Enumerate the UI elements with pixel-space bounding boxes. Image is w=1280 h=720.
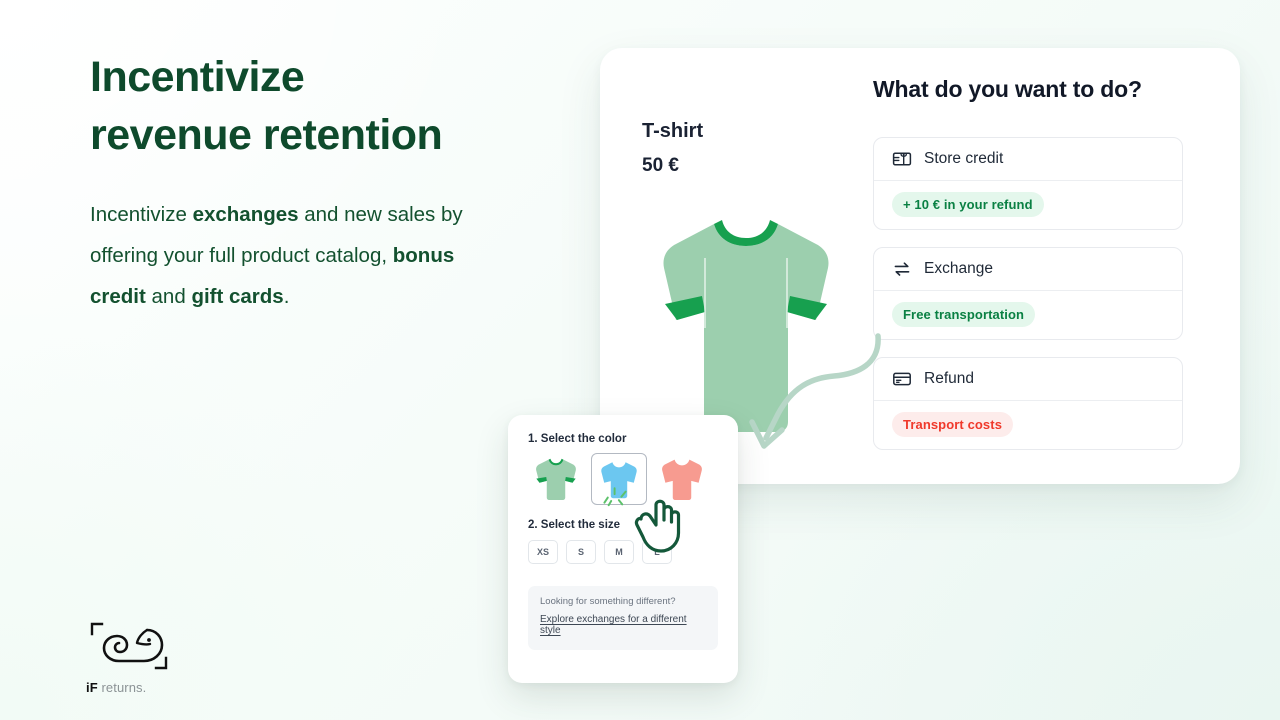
option-store-credit[interactable]: Store credit + 10 € in your refund	[873, 137, 1183, 230]
product-price: 50 €	[642, 155, 679, 176]
panel-title: What do you want to do?	[873, 76, 1142, 102]
exchange-badge: Free transportation	[892, 302, 1036, 327]
green-tshirt-swatch[interactable]	[528, 453, 584, 505]
color-swatch-list	[528, 453, 718, 507]
brand-logo: iF returns.	[86, 618, 206, 695]
exchange-selector-popup: 1. Select the color 2. Select the size X…	[508, 415, 738, 683]
size-button-list: XS S M L	[528, 540, 718, 564]
exchange-arrows-icon	[892, 259, 912, 279]
option-refund[interactable]: Refund Transport costs	[873, 357, 1183, 450]
option-exchange-header[interactable]: Exchange	[874, 248, 1182, 291]
logo-wordmark: iF returns.	[86, 680, 206, 695]
blue-tshirt-swatch[interactable]	[591, 453, 647, 507]
return-option-list: Store credit + 10 € in your refund Excha…	[873, 137, 1183, 467]
option-refund-label: Refund	[924, 370, 974, 387]
step-1-title: 1. Select the color	[528, 433, 627, 445]
step-2-title: 2. Select the size	[528, 519, 621, 531]
option-store-credit-body: + 10 € in your refund	[874, 181, 1182, 229]
refund-badge: Transport costs	[892, 412, 1014, 437]
size-button-xs[interactable]: XS	[528, 540, 558, 564]
different-style-note: Looking for something different? Explore…	[528, 586, 718, 650]
option-exchange[interactable]: Exchange Free transportation	[873, 247, 1183, 340]
hero-text-column: Incentivize revenue retention Incentiviz…	[90, 48, 560, 317]
gift-card-icon	[892, 149, 912, 169]
explore-exchanges-link[interactable]: Explore exchanges for a different style	[540, 614, 706, 636]
option-store-credit-label: Store credit	[924, 150, 1004, 167]
option-exchange-body: Free transportation	[874, 291, 1182, 339]
chameleon-logo-mark	[86, 618, 172, 674]
option-store-credit-header[interactable]: Store credit	[874, 138, 1182, 181]
size-button-m[interactable]: M	[604, 540, 634, 564]
headline-line-2: revenue retention	[90, 111, 443, 159]
store-credit-badge: + 10 € in your refund	[892, 192, 1044, 217]
logo-wordmark-bold: iF	[86, 680, 98, 695]
logo-wordmark-rest: returns.	[97, 680, 147, 695]
hero-paragraph: Incentivize exchanges and new sales by o…	[90, 203, 463, 308]
size-button-l[interactable]: L	[642, 540, 672, 564]
option-exchange-label: Exchange	[924, 260, 993, 277]
note-question: Looking for something different?	[540, 596, 676, 607]
product-name: T-shirt	[642, 120, 704, 142]
size-button-s[interactable]: S	[566, 540, 596, 564]
pink-tshirt-swatch[interactable]	[654, 453, 710, 505]
option-refund-body: Transport costs	[874, 401, 1182, 449]
headline-line-1: Incentivize	[90, 53, 305, 101]
option-refund-header[interactable]: Refund	[874, 358, 1182, 401]
curved-arrow-connector	[730, 330, 910, 480]
page-title: Incentivize revenue retention	[90, 48, 560, 164]
